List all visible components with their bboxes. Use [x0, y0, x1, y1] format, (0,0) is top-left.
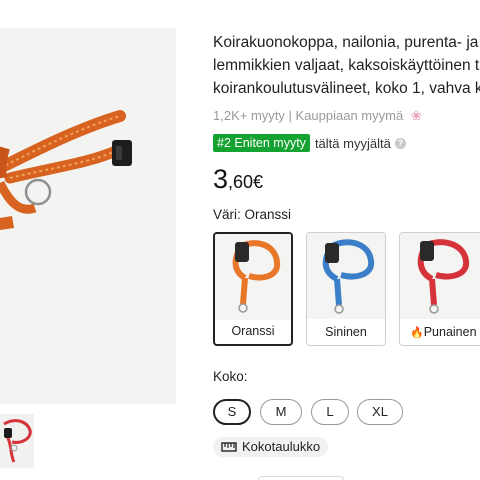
color-option-blue[interactable]: Sininen	[306, 232, 386, 346]
size-option-xl[interactable]: XL	[357, 399, 403, 425]
price: 3,60€	[213, 164, 263, 195]
color-label: Väri: Oranssi	[213, 207, 292, 222]
price-decimal: ,60€	[228, 172, 264, 192]
info-icon[interactable]: ?	[394, 137, 406, 149]
best-seller-badge[interactable]: #2 Eniten myyty	[213, 134, 310, 152]
swatch-label: Oranssi	[231, 324, 275, 338]
rank-suffix: tältä myyjältä	[314, 135, 391, 151]
orange-muzzle-swatch-icon	[232, 240, 281, 313]
swatch-image	[215, 234, 291, 320]
price-integer: 3	[213, 164, 229, 194]
title-line: koirankoulutusvälineet, koko 1, vahva ka	[213, 80, 480, 97]
title-line: lemmikkien valjaat, kaksoiskäyttöinen ta…	[213, 57, 480, 74]
flower-icon: ❀	[410, 108, 422, 123]
size-chart-label: Kokotaulukko	[242, 439, 321, 454]
gallery-thumbnail[interactable]	[0, 414, 34, 468]
rank-row: #2 Eniten myyty tältä myyjältä ?	[213, 133, 406, 153]
ruler-icon	[221, 442, 237, 452]
swatch-image	[307, 233, 385, 319]
title-line: Koirakuonokoppa, nailonia, purenta- ja h	[213, 34, 480, 51]
flame-icon: 🔥	[410, 327, 424, 339]
size-option-l[interactable]: L	[311, 399, 349, 425]
separator: |	[288, 108, 292, 123]
swatch-label: Punainen	[423, 325, 477, 339]
main-product-image[interactable]	[0, 28, 176, 404]
size-chart-button[interactable]: Kokotaulukko	[213, 437, 329, 457]
size-option-s[interactable]: S	[213, 399, 251, 425]
size-option-m[interactable]: M	[260, 399, 302, 425]
quantity-control-edge	[258, 476, 344, 480]
red-muzzle-swatch-icon	[417, 239, 470, 314]
swatch-label-row: 🔥Punainen	[410, 325, 480, 339]
product-title: Koirakuonokoppa, nailonia, purenta- ja h…	[213, 31, 480, 100]
color-option-orange[interactable]: Oranssi	[213, 232, 293, 346]
sales-info: 1,2K+ myyty | Kauppiaan myymä ❀	[213, 108, 422, 124]
swatch-image	[400, 233, 480, 319]
size-label: Koko:	[213, 369, 248, 384]
swatch-label: Sininen	[325, 325, 367, 339]
red-muzzle-thumbnail	[3, 419, 32, 463]
store-status[interactable]: Kauppiaan myymä	[296, 108, 404, 123]
blue-muzzle-swatch-icon	[322, 239, 375, 314]
sold-count: 1,2K+ myyty	[213, 108, 285, 123]
color-option-red[interactable]: 🔥Punainen	[399, 232, 480, 346]
orange-muzzle-illustration	[0, 110, 132, 230]
